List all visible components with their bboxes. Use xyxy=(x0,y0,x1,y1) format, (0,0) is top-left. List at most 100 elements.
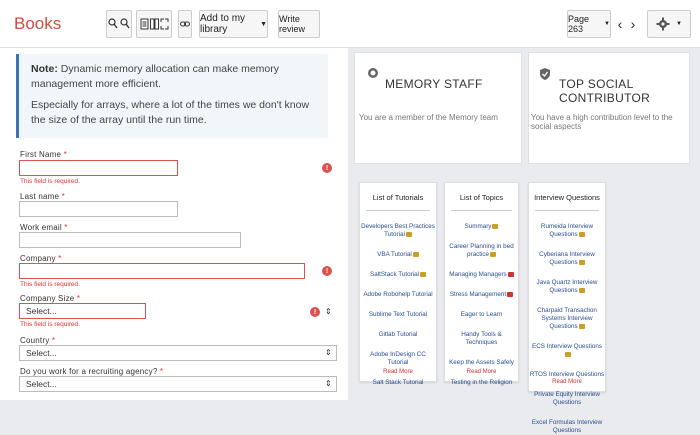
prev-page-button[interactable]: ‹ xyxy=(614,10,626,38)
list-item[interactable]: Rumeida Interview Questions xyxy=(529,223,605,239)
zoom-in-icon xyxy=(108,18,118,29)
add-to-library-button[interactable]: Add to my library ▼ xyxy=(199,10,268,38)
new-badge-icon xyxy=(412,251,419,257)
divider xyxy=(451,210,512,211)
recruiting-select[interactable]: Select... xyxy=(19,376,337,392)
country-select[interactable]: Select... xyxy=(19,345,337,361)
list-item[interactable]: RTOS Interview Questions xyxy=(529,371,605,379)
list-item[interactable]: Managing Managers xyxy=(445,271,518,279)
select-caret-icon: ⇕ xyxy=(325,379,332,388)
list-title: Interview Questions xyxy=(534,193,600,202)
memory-badge-icon xyxy=(368,68,378,78)
company-size-error: This field is required. xyxy=(20,321,80,328)
first-name-label: First Name * xyxy=(20,150,67,159)
read-more-link[interactable]: Read More xyxy=(360,369,436,375)
note-label: Note: xyxy=(31,63,58,75)
gear-icon xyxy=(656,17,670,31)
list-item[interactable]: Developers Best Practices Tutorial xyxy=(360,223,436,239)
list-item[interactable]: Adobe Robohelp Tutorial xyxy=(360,291,436,299)
list-item[interactable]: Summary xyxy=(445,223,518,231)
brand-title[interactable]: Books xyxy=(14,14,61,34)
first-name-field[interactable] xyxy=(19,160,178,176)
company-field[interactable] xyxy=(19,263,305,279)
list-item[interactable]: Charpaid Transaction Systems Interview Q… xyxy=(529,307,605,331)
list-item[interactable]: Salt Stack Tutorial xyxy=(360,379,436,387)
company-label: Company * xyxy=(20,254,62,263)
write-review-label: Write review xyxy=(279,14,306,34)
new-badge-icon xyxy=(564,351,571,357)
list-item[interactable]: Career Planning in bed practice xyxy=(445,243,518,259)
list-item[interactable]: Gitlab Tutorial xyxy=(360,331,436,339)
company-size-select[interactable]: Select... xyxy=(19,303,146,319)
badge-subtitle: You have a high contribution level to th… xyxy=(531,113,673,131)
next-page-button[interactable]: › xyxy=(627,10,639,38)
link-icon xyxy=(180,21,190,27)
list-item[interactable]: ECS Interview Questions xyxy=(529,343,605,359)
badge-title: TOP SOCIAL CONTRIBUTOR xyxy=(559,77,651,105)
new-badge-icon xyxy=(490,251,497,257)
top-toolbar: Books Add to my library ▼ Write review P… xyxy=(0,0,700,48)
chevron-down-icon: ▼ xyxy=(260,20,267,28)
single-page-icon xyxy=(140,18,148,30)
list-item[interactable]: SaltStack Tutorial xyxy=(360,271,436,279)
list-item[interactable]: Keep the Assets Safely xyxy=(445,359,518,367)
shield-check-icon xyxy=(540,68,550,80)
company-error: This field is required. xyxy=(20,281,80,288)
zoom-out-icon xyxy=(120,18,130,29)
list-item[interactable]: Java Quartz Interview Questions xyxy=(529,279,605,295)
read-more-link[interactable]: Read More xyxy=(529,379,605,385)
recruiting-label: Do you work for a recruiting agency? * xyxy=(20,367,164,376)
country-label: Country * xyxy=(20,336,56,345)
read-more-link[interactable]: Read More xyxy=(445,369,518,375)
note-box: Note: Dynamic memory allocation can make… xyxy=(16,54,328,138)
new-badge-icon xyxy=(578,323,585,329)
error-icon: ! xyxy=(322,266,332,276)
list-item[interactable]: VBA Tutorial xyxy=(360,251,436,259)
zoom-buttons[interactable] xyxy=(106,10,132,38)
last-name-field[interactable] xyxy=(19,201,178,217)
list-title: List of Topics xyxy=(459,193,504,202)
badge-card-memory-staff: MEMORY STAFF You are a member of the Mem… xyxy=(354,52,522,164)
error-icon: ! xyxy=(322,163,332,173)
fullscreen-icon xyxy=(160,18,168,30)
view-mode-buttons[interactable] xyxy=(136,10,172,38)
link-button[interactable] xyxy=(178,10,192,38)
list-item[interactable]: Sublime Text Tutorial xyxy=(360,311,436,319)
list-item[interactable]: Stress Management xyxy=(445,291,518,299)
list-item[interactable]: Private Equity Interview Questions xyxy=(529,391,605,407)
last-name-label: Last name * xyxy=(20,192,65,201)
list-card-interview-questions: Interview Questions Rumeida Interview Qu… xyxy=(528,182,606,434)
badge-subtitle: You are a member of the Memory team xyxy=(359,113,498,122)
list-card-topics: List of Topics Summary Career Planning i… xyxy=(444,182,519,386)
badge-card-top-social-contributor: TOP SOCIAL CONTRIBUTOR You have a high c… xyxy=(528,52,690,164)
chevron-down-icon: ▼ xyxy=(604,21,610,27)
page-selector[interactable]: Page 263 ▼ xyxy=(567,10,611,38)
error-icon: ! xyxy=(310,307,320,317)
list-item[interactable]: Excel Formulas Interview Questions xyxy=(529,419,605,435)
new-badge-icon xyxy=(405,231,412,237)
new-badge-icon xyxy=(578,231,585,237)
note-line-2: Especially for arrays, where a lot of th… xyxy=(31,99,310,126)
list-item[interactable]: Testing in the Religion xyxy=(445,379,518,387)
list-item[interactable]: Handy Tools & Techniques xyxy=(445,331,518,347)
chevron-down-icon: ▼ xyxy=(676,21,682,27)
select-caret-icon: ⇕ xyxy=(325,307,332,316)
work-email-field[interactable] xyxy=(19,232,241,248)
chevron-left-icon: ‹ xyxy=(617,16,623,32)
new-badge-icon xyxy=(420,271,426,277)
list-item[interactable]: Eager to Learn xyxy=(445,311,518,319)
new-badge-icon xyxy=(578,287,585,293)
two-page-icon xyxy=(149,18,159,30)
list-title: List of Tutorials xyxy=(372,193,424,202)
chevron-right-icon: › xyxy=(630,16,636,32)
select-caret-icon: ⇕ xyxy=(325,348,332,357)
page-label: Page 263 xyxy=(568,14,590,34)
badge-title: MEMORY STAFF xyxy=(385,77,483,91)
note-line-1: Dynamic memory allocation can make memor… xyxy=(31,63,279,90)
list-item[interactable]: Cyberiana Interview Questions xyxy=(529,251,605,267)
hot-badge-icon xyxy=(507,291,514,297)
divider xyxy=(366,210,430,211)
list-item[interactable]: Adobe InDesign CC Tutorial xyxy=(360,351,436,367)
write-review-button[interactable]: Write review xyxy=(278,10,320,38)
settings-button[interactable]: ▼ xyxy=(647,10,691,38)
